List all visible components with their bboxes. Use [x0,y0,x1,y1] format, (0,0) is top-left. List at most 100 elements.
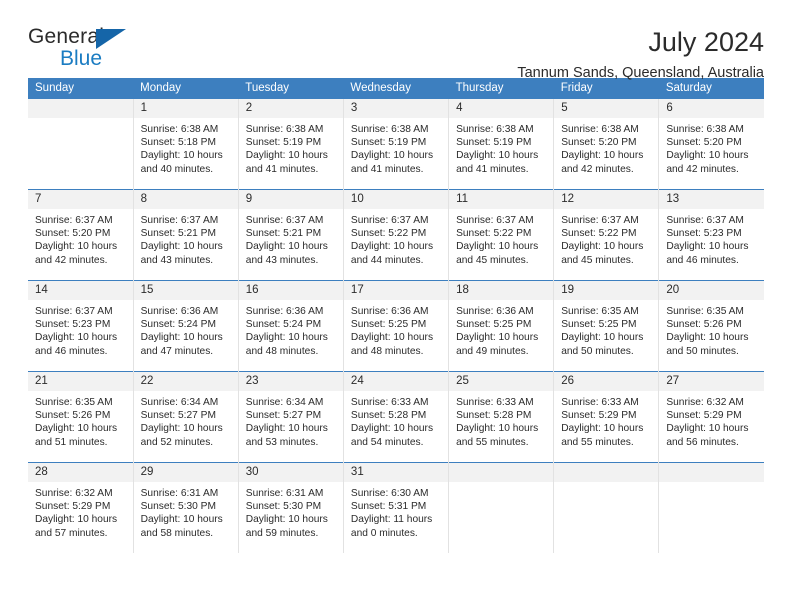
calendar-day-cell[interactable]: 27 Sunrise: 6:32 AM Sunset: 5:29 PM Dayligh… [658,371,764,463]
calendar-day-cell[interactable]: 14 Sunrise: 6:37 AM Sunset: 5:23 PM Dayligh… [28,280,134,372]
day-number: 13 [659,190,764,209]
calendar-day-cell[interactable]: 24 Sunrise: 6:33 AM Sunset: 5:28 PM Dayligh… [342,371,449,463]
sunset-text: Sunset: 5:25 PM [561,319,637,331]
calendar-week-row: 7 Sunrise: 6:37 AM Sunset: 5:20 PM Daylight… [28,189,764,281]
calendar-day-cell[interactable]: 16 Sunrise: 6:36 AM Sunset: 5:24 PM Dayligh… [237,280,344,372]
day-cell-content: 10 Sunrise: 6:37 AM Sunset: 5:22 PM Dayligh… [343,190,449,280]
calendar-day-cell[interactable]: 15 Sunrise: 6:36 AM Sunset: 5:24 PM Dayligh… [132,280,239,372]
day-cell-content [28,99,133,189]
sunset-text: Sunset: 5:20 PM [35,228,111,240]
day-info: Sunrise: 6:32 AM Sunset: 5:29 PM Daylight:… [659,391,764,449]
day-number [449,463,554,482]
daylight-text-line2: and 43 minutes. [140,254,214,266]
daylight-text-line2: and 46 minutes. [666,254,739,266]
day-number: 31 [343,463,449,482]
calendar-day-cell[interactable]: 26 Sunrise: 6:33 AM Sunset: 5:29 PM Dayligh… [553,371,659,463]
day-info: Sunrise: 6:33 AM Sunset: 5:28 PM Daylight:… [344,391,448,449]
daylight-text-line2: and 0 minutes. [350,527,418,539]
daylight-text-line1: Daylight: 10 hours [456,332,539,344]
sunset-text: Sunset: 5:30 PM [140,501,216,513]
page-header: General Blue July 2024 Tannum Sands, Que… [28,0,764,81]
calendar-day-cell[interactable]: 8 Sunrise: 6:37 AM Sunset: 5:21 PM Daylight… [132,189,239,281]
day-cell-content: 21 Sunrise: 6:35 AM Sunset: 5:26 PM Dayligh… [28,372,133,462]
day-cell-content: 31 Sunrise: 6:30 AM Sunset: 5:31 PM Dayligh… [343,463,449,553]
day-number: 1 [133,99,238,118]
calendar-day-cell[interactable]: 1 Sunrise: 6:38 AM Sunset: 5:18 PM Daylight… [132,99,239,190]
daylight-text-line2: and 57 minutes. [35,527,108,539]
calendar-day-cell[interactable]: 18 Sunrise: 6:36 AM Sunset: 5:25 PM Dayligh… [448,280,554,372]
calendar-day-cell[interactable]: 23 Sunrise: 6:34 AM Sunset: 5:27 PM Dayligh… [237,371,344,463]
daylight-text-line1: Daylight: 10 hours [245,423,328,435]
daylight-text-line1: Daylight: 10 hours [666,423,749,435]
calendar-day-cell-empty [658,462,764,553]
calendar-day-cell-empty [553,462,659,553]
daylight-text-line1: Daylight: 10 hours [456,423,539,435]
sunrise-text: Sunrise: 6:37 AM [666,215,744,226]
calendar-day-cell[interactable]: 3 Sunrise: 6:38 AM Sunset: 5:19 PM Daylight… [342,99,449,190]
calendar-day-cell[interactable]: 12 Sunrise: 6:37 AM Sunset: 5:22 PM Dayligh… [553,189,659,281]
day-info: Sunrise: 6:38 AM Sunset: 5:19 PM Daylight:… [449,118,553,176]
calendar-day-cell[interactable]: 9 Sunrise: 6:37 AM Sunset: 5:21 PM Daylight… [237,189,344,281]
calendar-day-cell[interactable]: 19 Sunrise: 6:35 AM Sunset: 5:25 PM Dayligh… [553,280,659,372]
daylight-text-line1: Daylight: 10 hours [350,423,434,435]
calendar-day-cell[interactable]: 25 Sunrise: 6:33 AM Sunset: 5:28 PM Dayligh… [448,371,554,463]
day-info: Sunrise: 6:38 AM Sunset: 5:20 PM Daylight:… [659,118,764,176]
day-number: 26 [554,372,659,391]
daylight-text-line1: Daylight: 10 hours [245,150,328,162]
calendar-day-cell[interactable]: 10 Sunrise: 6:37 AM Sunset: 5:22 PM Dayligh… [342,189,449,281]
daylight-text-line1: Daylight: 10 hours [350,150,434,162]
daylight-text-line2: and 55 minutes. [561,436,634,448]
sunset-text: Sunset: 5:27 PM [245,410,322,422]
calendar-day-cell[interactable]: 7 Sunrise: 6:37 AM Sunset: 5:20 PM Daylight… [28,189,134,281]
general-blue-logo[interactable]: General Blue [28,26,148,78]
sunrise-text: Sunrise: 6:36 AM [140,306,219,317]
day-number: 6 [659,99,764,118]
sunrise-text: Sunrise: 6:37 AM [140,215,219,226]
day-number: 12 [554,190,659,209]
daylight-text-line1: Daylight: 10 hours [140,332,223,344]
calendar-day-cell[interactable]: 6 Sunrise: 6:38 AM Sunset: 5:20 PM Daylight… [658,99,764,190]
daylight-text-line1: Daylight: 10 hours [245,332,328,344]
calendar-day-cell[interactable]: 11 Sunrise: 6:37 AM Sunset: 5:22 PM Dayligh… [448,189,554,281]
calendar-day-cell-empty [28,99,133,190]
daylight-text-line2: and 50 minutes. [561,345,634,357]
day-info: Sunrise: 6:33 AM Sunset: 5:29 PM Daylight:… [554,391,658,449]
sunset-text: Sunset: 5:22 PM [561,228,637,240]
daylight-text-line1: Daylight: 10 hours [456,241,539,253]
calendar-day-cell[interactable]: 21 Sunrise: 6:35 AM Sunset: 5:26 PM Dayligh… [28,371,134,463]
calendar-day-cell[interactable]: 17 Sunrise: 6:36 AM Sunset: 5:25 PM Dayligh… [342,280,449,372]
calendar-day-cell[interactable]: 13 Sunrise: 6:37 AM Sunset: 5:23 PM Dayligh… [658,189,764,281]
day-number: 27 [659,372,764,391]
daylight-text-line2: and 41 minutes. [456,163,529,175]
brand-name-blue: Blue [60,47,103,70]
day-info: Sunrise: 6:31 AM Sunset: 5:30 PM Daylight:… [134,482,238,540]
calendar-day-cell[interactable]: 4 Sunrise: 6:38 AM Sunset: 5:19 PM Daylight… [448,99,554,190]
calendar-week-row: 1 Sunrise: 6:38 AM Sunset: 5:18 PM Daylight… [28,99,764,190]
calendar-day-cell[interactable]: 31 Sunrise: 6:30 AM Sunset: 5:31 PM Dayligh… [342,462,449,553]
calendar-day-cell[interactable]: 5 Sunrise: 6:38 AM Sunset: 5:20 PM Daylight… [553,99,659,190]
daylight-text-line2: and 53 minutes. [245,436,319,448]
day-info: Sunrise: 6:32 AM Sunset: 5:29 PM Daylight:… [28,482,133,540]
calendar-day-cell[interactable]: 28 Sunrise: 6:32 AM Sunset: 5:29 PM Dayligh… [28,462,134,553]
calendar-day-cell[interactable]: 20 Sunrise: 6:35 AM Sunset: 5:26 PM Dayligh… [658,280,764,372]
day-cell-content: 6 Sunrise: 6:38 AM Sunset: 5:20 PM Daylight… [659,99,764,189]
calendar-day-cell[interactable]: 22 Sunrise: 6:34 AM Sunset: 5:27 PM Dayligh… [132,371,239,463]
calendar-day-cell[interactable]: 2 Sunrise: 6:38 AM Sunset: 5:19 PM Daylight… [237,99,344,190]
calendar-day-cell[interactable]: 30 Sunrise: 6:31 AM Sunset: 5:30 PM Dayligh… [237,462,344,553]
sunset-text: Sunset: 5:20 PM [666,137,742,149]
day-number: 21 [28,372,133,391]
day-number: 22 [133,372,238,391]
sunrise-text: Sunrise: 6:38 AM [561,124,639,135]
calendar-day-cell[interactable]: 29 Sunrise: 6:31 AM Sunset: 5:30 PM Dayligh… [132,462,239,553]
daylight-text-line2: and 52 minutes. [140,436,214,448]
day-cell-content: 16 Sunrise: 6:36 AM Sunset: 5:24 PM Dayligh… [238,281,343,371]
day-info: Sunrise: 6:38 AM Sunset: 5:19 PM Daylight:… [239,118,343,176]
day-info: Sunrise: 6:33 AM Sunset: 5:28 PM Daylight:… [449,391,553,449]
day-cell-content: 29 Sunrise: 6:31 AM Sunset: 5:30 PM Dayligh… [133,463,238,553]
day-cell-content: 26 Sunrise: 6:33 AM Sunset: 5:29 PM Dayligh… [554,372,659,462]
daylight-text-line2: and 42 minutes. [561,163,634,175]
day-number: 5 [554,99,659,118]
sunrise-text: Sunrise: 6:35 AM [666,306,744,317]
day-info: Sunrise: 6:36 AM Sunset: 5:24 PM Daylight:… [134,300,238,358]
sunrise-text: Sunrise: 6:37 AM [35,215,113,226]
